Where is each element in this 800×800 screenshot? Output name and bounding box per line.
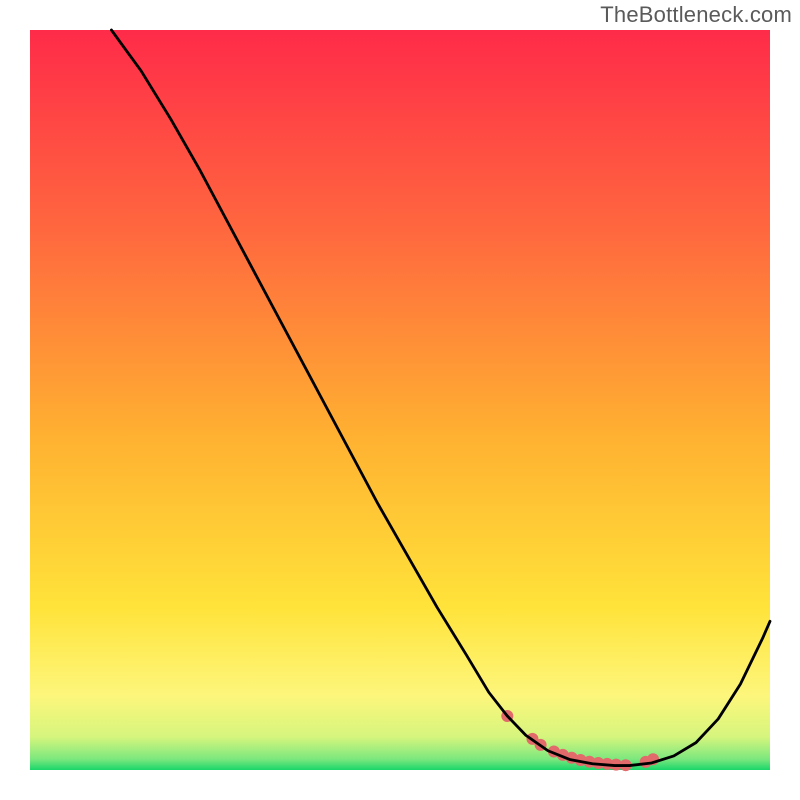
watermark-text: TheBottleneck.com	[600, 2, 792, 28]
plot-background	[30, 30, 770, 770]
chart-wrap: TheBottleneck.com	[0, 0, 800, 800]
bottleneck-chart	[0, 0, 800, 800]
